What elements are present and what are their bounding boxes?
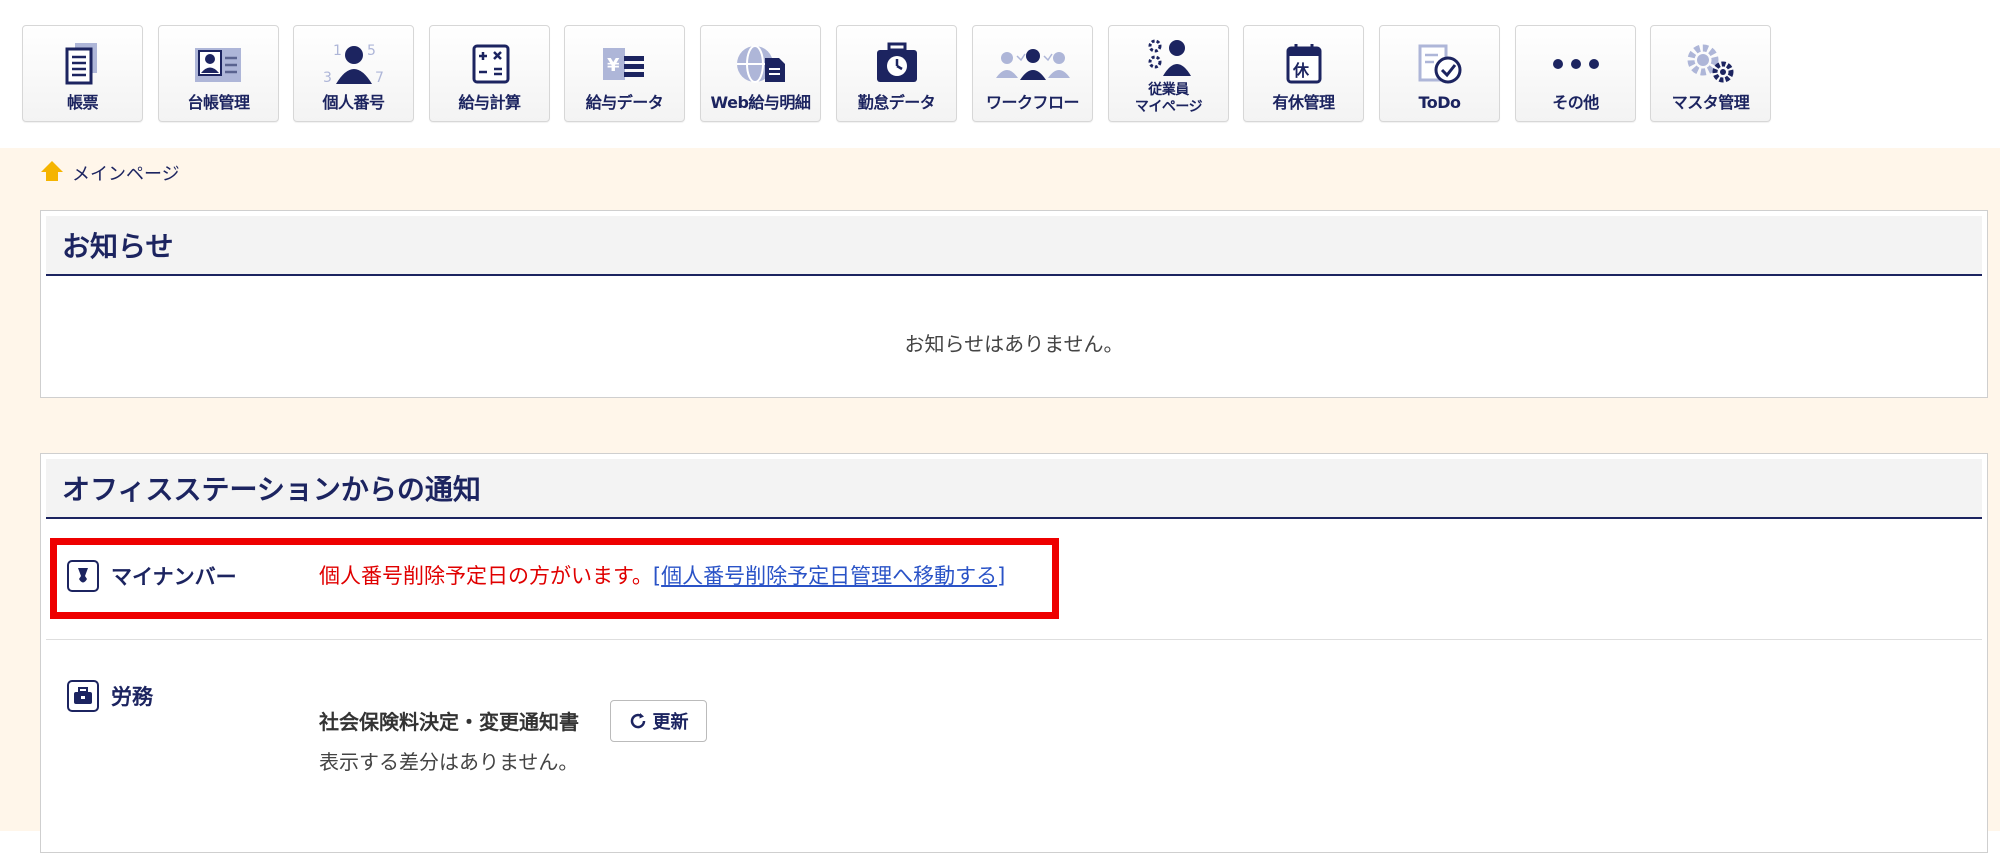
link-bracket-close: ] xyxy=(997,564,1006,588)
breadcrumb-current: メインページ xyxy=(72,164,180,185)
toolbar-label: ワークフロー xyxy=(985,93,1080,112)
toolbar-label: 従業員 マイページ xyxy=(1109,82,1228,116)
toolbar-label: マスタ管理 xyxy=(1671,93,1750,112)
toolbar-label: 有休管理 xyxy=(1272,93,1335,112)
toolbar-button-paid-leave[interactable]: 休 有休管理 xyxy=(1243,25,1364,122)
gears-icon xyxy=(1651,40,1770,88)
toolbar-button-payroll-calc[interactable]: 給与計算 xyxy=(429,25,550,122)
labor-label: 労務 xyxy=(111,685,153,709)
toolbar-button-payroll-data[interactable]: ¥ 給与データ xyxy=(564,25,685,122)
calendar-rest-icon: 休 xyxy=(1244,40,1363,88)
toolbar-label: ToDo xyxy=(1418,93,1461,112)
toolbar-button-other[interactable]: その他 xyxy=(1515,25,1636,122)
checklist-icon xyxy=(1380,40,1499,88)
breadcrumb: メインページ xyxy=(40,158,180,188)
toolbar-label: 台帳管理 xyxy=(187,93,250,112)
toolbar-button-master[interactable]: マスタ管理 xyxy=(1650,25,1771,122)
row-divider xyxy=(46,639,1982,640)
news-title: お知らせ xyxy=(46,216,1982,276)
more-dots-icon xyxy=(1516,40,1635,88)
mynumber-alert: 個人番号削除予定日の方がいます。[個人番号削除予定日管理へ移動する] xyxy=(319,560,1005,590)
social-insurance-doc-title: 社会保険料決定・変更通知書 xyxy=(319,710,579,734)
person-number-icon: 1 5 3 7 xyxy=(294,40,413,88)
toolbar-label: 勤怠データ xyxy=(857,93,936,112)
home-icon[interactable] xyxy=(40,159,64,188)
toolbar-button-workflow[interactable]: ワークフロー xyxy=(972,25,1093,122)
svg-text:7: 7 xyxy=(375,70,384,86)
toolbar-label: 給与データ xyxy=(585,93,664,112)
mynumber-alert-message: 個人番号削除予定日の方がいます。 xyxy=(319,564,653,588)
labor-empty-message: 表示する差分はありません。 xyxy=(319,750,579,774)
svg-text:休: 休 xyxy=(1292,61,1310,80)
toolbar-button-forms[interactable]: 帳票 xyxy=(22,25,143,122)
main-content: メインページ お知らせ お知らせはありません。 オフィスステーションからの通知 xyxy=(0,148,2000,853)
toolbar-button-attendance[interactable]: 勤怠データ xyxy=(836,25,957,122)
svg-text:¥: ¥ xyxy=(607,55,620,76)
office-notices-panel: オフィスステーションからの通知 xyxy=(40,453,1988,853)
calculator-icon xyxy=(430,40,549,88)
labor-row-label: 労務 xyxy=(67,680,153,712)
toolbar-label: 帳票 xyxy=(66,93,99,112)
top-toolbar: 帳票 台帳管理 1 5 3 7 個人番号 給与計算 ¥ 給与データ Web給与明… xyxy=(0,0,2000,148)
toolbar-label-line1: 従業員 xyxy=(1148,82,1189,98)
clock-bag-icon xyxy=(837,40,956,88)
toolbar-label: 給与計算 xyxy=(458,93,521,112)
toolbar-label: その他 xyxy=(1552,93,1599,112)
link-bracket-open: [ xyxy=(652,564,662,588)
svg-text:1: 1 xyxy=(333,43,342,59)
toolbar-button-web-payslip[interactable]: Web給与明細 xyxy=(700,25,821,122)
globe-document-icon xyxy=(701,40,820,88)
ledger-card-icon xyxy=(159,40,278,88)
svg-text:5: 5 xyxy=(367,43,376,59)
toolbar-button-employee-mypage[interactable]: 従業員 マイページ xyxy=(1108,25,1229,122)
toolbar-label: 個人番号 xyxy=(322,93,385,112)
mynumber-delete-schedule-link[interactable]: 個人番号削除予定日管理へ移動する xyxy=(661,564,997,588)
employee-gear-icon xyxy=(1109,34,1228,82)
document-stack-icon xyxy=(23,40,142,88)
toolbar-label-line2: マイページ xyxy=(1134,99,1203,115)
refresh-button[interactable]: 更新 xyxy=(610,700,707,742)
office-notices-title: オフィスステーションからの通知 xyxy=(46,459,1982,519)
svg-text:3: 3 xyxy=(323,70,332,86)
news-panel: お知らせ お知らせはありません。 xyxy=(40,210,1988,398)
refresh-label: 更新 xyxy=(652,712,689,733)
news-empty-message: お知らせはありません。 xyxy=(904,332,1124,356)
refresh-icon xyxy=(630,713,645,729)
toolbar-button-todo[interactable]: ToDo xyxy=(1379,25,1500,122)
toolbar-label: Web給与明細 xyxy=(710,93,811,112)
toolbar-button-mynumber[interactable]: 1 5 3 7 個人番号 xyxy=(293,25,414,122)
briefcase-icon xyxy=(67,680,99,712)
people-workflow-icon xyxy=(973,40,1092,88)
yen-data-icon: ¥ xyxy=(565,40,684,88)
toolbar-button-ledger[interactable]: 台帳管理 xyxy=(158,25,279,122)
